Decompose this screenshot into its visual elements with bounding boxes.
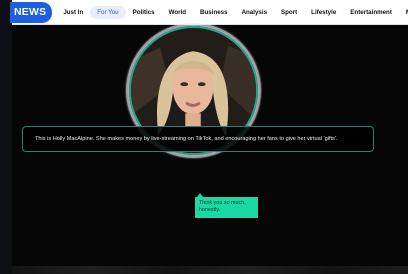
- news-logo[interactable]: NEWS: [10, 1, 53, 23]
- nav-item-world[interactable]: World: [162, 6, 193, 19]
- nav-item-politics[interactable]: Politics: [126, 6, 162, 19]
- nav-item-sport[interactable]: Sport: [274, 6, 304, 19]
- nav-item-more[interactable]: Mo: [399, 6, 408, 19]
- left-edge-panel: [0, 0, 12, 274]
- nav-item-business[interactable]: Business: [193, 6, 235, 19]
- top-nav-bar: NEWS Just In For You Politics World Busi…: [10, 0, 408, 25]
- nav-item-lifestyle[interactable]: Lifestyle: [304, 6, 343, 19]
- caption-text: This is Holly MacAlpine. She makes money…: [35, 136, 338, 142]
- nav-item-analysis[interactable]: Analysis: [235, 6, 274, 19]
- comment-bubble: Think you so much, honestly.: [195, 197, 258, 218]
- nav-items: Just In For You Politics World Business …: [56, 5, 408, 19]
- bottom-thumbnail-strip: [12, 266, 408, 274]
- nav-item-entertainment[interactable]: Entertainment: [343, 6, 399, 19]
- caption-box: This is Holly MacAlpine. She makes money…: [22, 126, 374, 152]
- nav-item-for-you[interactable]: For You: [90, 5, 126, 19]
- nav-item-just-in[interactable]: Just In: [56, 6, 90, 19]
